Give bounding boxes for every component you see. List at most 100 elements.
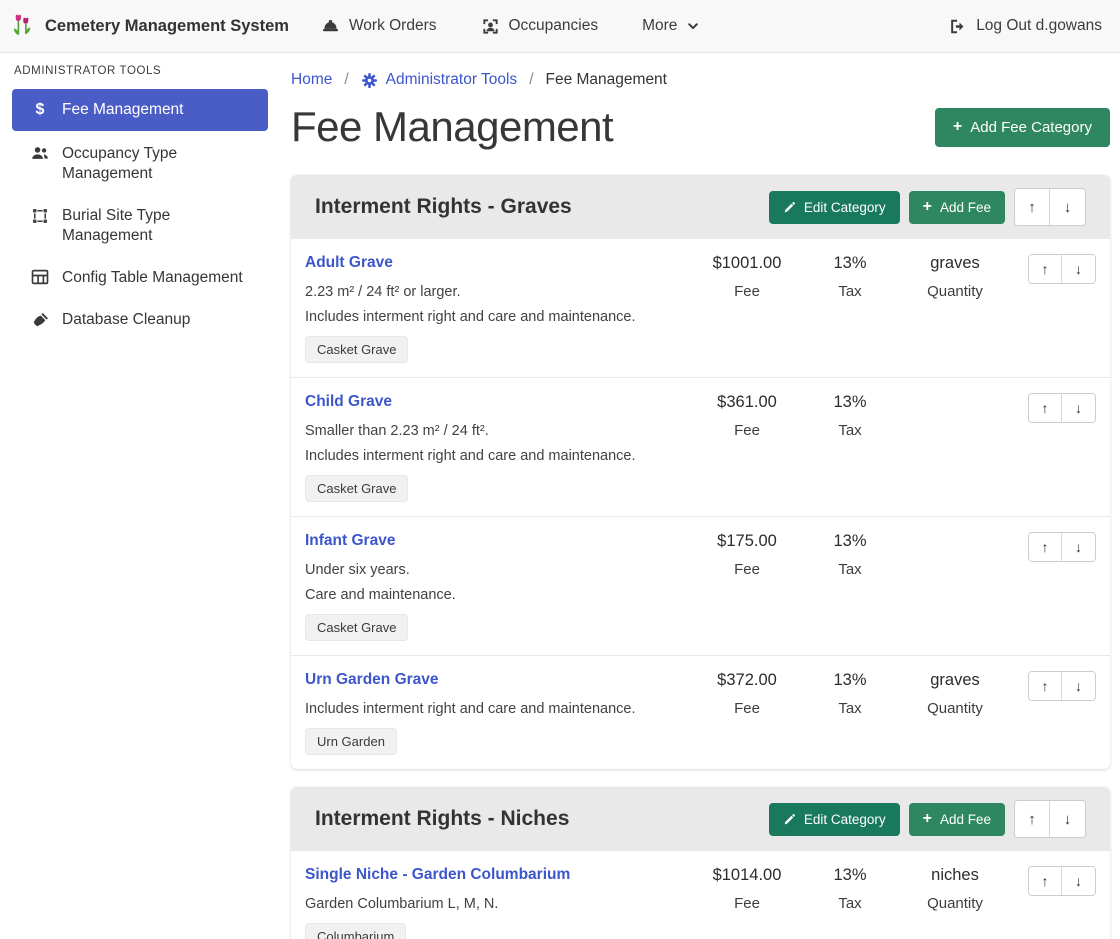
breadcrumb-home-link[interactable]: Home <box>291 71 332 89</box>
move-fee-down-button[interactable]: ↓ <box>1062 672 1095 700</box>
tax-label: Tax <box>800 422 900 439</box>
fee-name-link[interactable]: Urn Garden Grave <box>305 671 439 689</box>
breadcrumb-separator: / <box>529 71 533 89</box>
fee-name-link[interactable]: Infant Grave <box>305 532 395 550</box>
move-fee-up-button[interactable]: ↑ <box>1029 672 1062 700</box>
tax-label: Tax <box>800 700 900 717</box>
object-group-icon <box>30 207 50 225</box>
fee-row-single-niche: Single Niche - Garden Columbarium Garden… <box>291 851 1110 939</box>
breadcrumb-current: Fee Management <box>546 71 668 89</box>
fee-name-link[interactable]: Adult Grave <box>305 254 393 272</box>
hard-hat-icon <box>321 17 340 36</box>
dollar-icon: $ <box>30 101 50 119</box>
fee-type-badge: Casket Grave <box>305 336 408 363</box>
edit-category-button[interactable]: Edit Category <box>769 803 900 836</box>
nav-work-orders[interactable]: Work Orders <box>321 17 437 36</box>
move-fee-up-button[interactable]: ↑ <box>1029 533 1062 561</box>
nav-more[interactable]: More <box>642 17 700 35</box>
breadcrumb-separator: / <box>344 71 348 89</box>
edit-category-label: Edit Category <box>804 812 886 827</box>
fee-label: Fee <box>694 895 800 912</box>
move-fee-down-button[interactable]: ↓ <box>1062 394 1095 422</box>
nav-occupancies[interactable]: Occupancies <box>481 17 599 36</box>
broom-icon <box>30 311 50 330</box>
fee-amount: $372.00 <box>694 671 800 691</box>
fee-type-badge: Columbarium <box>305 923 406 939</box>
fee-name-link[interactable]: Child Grave <box>305 393 392 411</box>
fee-reorder-group: ↑ ↓ <box>1028 671 1096 701</box>
gear-icon <box>361 72 378 89</box>
tax-label: Tax <box>800 561 900 578</box>
pencil-icon <box>783 201 796 214</box>
move-fee-up-button[interactable]: ↑ <box>1029 394 1062 422</box>
sidebar-item-burial-site-type[interactable]: Burial Site Type Management <box>12 197 268 255</box>
quantity-unit: graves <box>900 671 1010 691</box>
nav-work-orders-label: Work Orders <box>349 17 437 35</box>
quantity-label: Quantity <box>900 700 1010 717</box>
chevron-down-icon <box>686 19 700 33</box>
quantity-label: Quantity <box>900 283 1010 300</box>
fee-description: Care and maintenance. <box>305 584 694 607</box>
category-title: Interment Rights - Niches <box>315 807 569 831</box>
move-fee-up-button[interactable]: ↑ <box>1029 255 1062 283</box>
add-fee-button[interactable]: + Add Fee <box>909 803 1005 836</box>
fee-row-adult-grave: Adult Grave 2.23 m² / 24 ft² or larger. … <box>291 239 1110 378</box>
fee-type-badge: Casket Grave <box>305 614 408 641</box>
category-reorder-group: ↑ ↓ <box>1014 800 1086 838</box>
fee-description: Includes interment right and care and ma… <box>305 445 694 468</box>
nav-more-label: More <box>642 17 677 35</box>
tulip-logo-icon <box>12 12 36 41</box>
add-fee-button[interactable]: + Add Fee <box>909 191 1005 224</box>
sidebar-item-fee-management[interactable]: $ Fee Management <box>12 89 268 131</box>
fee-amount: $175.00 <box>694 532 800 552</box>
fee-reorder-group: ↑ ↓ <box>1028 254 1096 284</box>
fee-amount: $361.00 <box>694 393 800 413</box>
app-brand: Cemetery Management System <box>12 12 289 41</box>
sidebar-item-label: Fee Management <box>62 100 184 120</box>
plus-icon: + <box>923 813 932 825</box>
move-fee-down-button[interactable]: ↓ <box>1062 255 1095 283</box>
fee-description: Includes interment right and care and ma… <box>305 306 694 329</box>
move-category-down-button[interactable]: ↓ <box>1050 801 1085 837</box>
sidebar-item-label: Database Cleanup <box>62 310 190 330</box>
move-fee-down-button[interactable]: ↓ <box>1062 533 1095 561</box>
fee-description: Garden Columbarium L, M, N. <box>305 893 694 916</box>
fee-label: Fee <box>694 561 800 578</box>
sidebar-item-database-cleanup[interactable]: Database Cleanup <box>12 301 268 339</box>
fee-row-urn-garden-grave: Urn Garden Grave Includes interment righ… <box>291 656 1110 769</box>
logout-label: Log Out d.gowans <box>976 17 1102 35</box>
add-fee-category-button[interactable]: + Add Fee Category <box>935 108 1110 147</box>
fee-reorder-group: ↑ ↓ <box>1028 866 1096 896</box>
fee-description: Under six years. <box>305 559 694 582</box>
quantity-label: Quantity <box>900 895 1010 912</box>
page-title: Fee Management <box>291 103 613 151</box>
move-category-down-button[interactable]: ↓ <box>1050 189 1085 225</box>
add-fee-label: Add Fee <box>940 812 991 827</box>
plus-icon: + <box>923 201 932 213</box>
sidebar-item-config-table[interactable]: Config Table Management <box>12 259 268 297</box>
sidebar-item-occupancy-type[interactable]: Occupancy Type Management <box>12 135 268 193</box>
edit-category-label: Edit Category <box>804 200 886 215</box>
sidebar-heading: ADMINISTRATOR TOOLS <box>12 63 268 89</box>
fee-row-infant-grave: Infant Grave Under six years. Care and m… <box>291 517 1110 656</box>
category-header: Interment Rights - Graves Edit Category … <box>291 175 1110 239</box>
move-fee-down-button[interactable]: ↓ <box>1062 867 1095 895</box>
breadcrumb-admin-link[interactable]: Administrator Tools <box>361 71 518 89</box>
quantity-unit: niches <box>900 866 1010 886</box>
quantity-unit <box>900 393 1010 413</box>
users-icon <box>30 145 50 163</box>
category-panel-niches: Interment Rights - Niches Edit Category … <box>291 787 1110 939</box>
logout-button[interactable]: Log Out d.gowans <box>948 17 1102 36</box>
admin-sidebar: ADMINISTRATOR TOOLS $ Fee Management Occ… <box>0 53 280 939</box>
nav-occupancies-label: Occupancies <box>509 17 599 35</box>
fee-name-link[interactable]: Single Niche - Garden Columbarium <box>305 866 570 884</box>
tax-amount: 13% <box>800 254 900 274</box>
tax-amount: 13% <box>800 393 900 413</box>
move-category-up-button[interactable]: ↑ <box>1015 801 1050 837</box>
fee-type-badge: Urn Garden <box>305 728 397 755</box>
fee-label: Fee <box>694 422 800 439</box>
move-category-up-button[interactable]: ↑ <box>1015 189 1050 225</box>
sidebar-item-label: Occupancy Type Management <box>62 144 260 184</box>
move-fee-up-button[interactable]: ↑ <box>1029 867 1062 895</box>
edit-category-button[interactable]: Edit Category <box>769 191 900 224</box>
